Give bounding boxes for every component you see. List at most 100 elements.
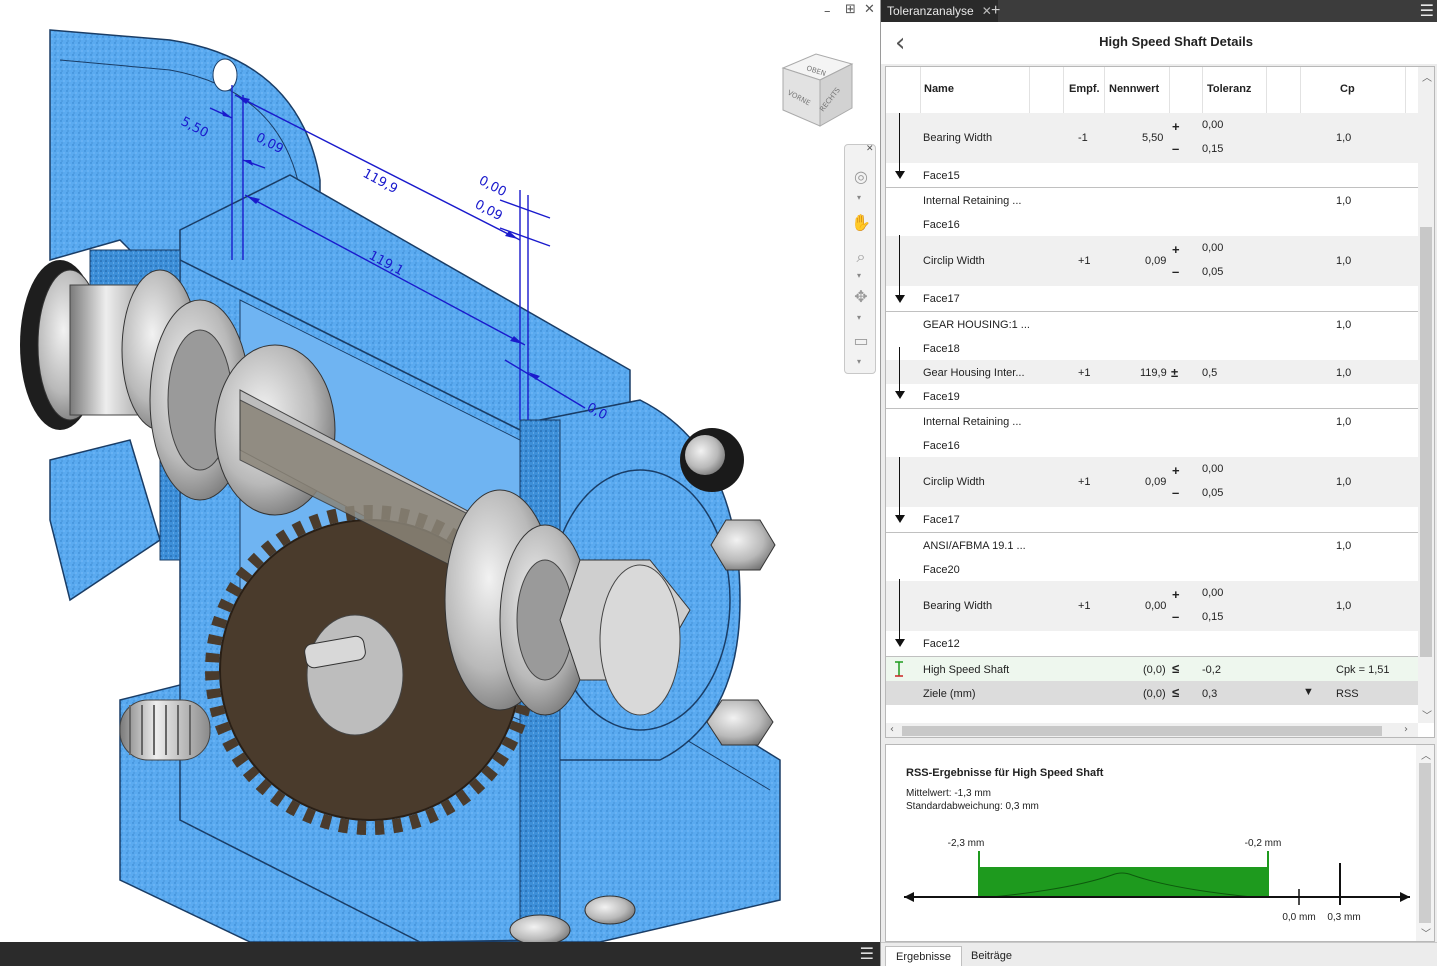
row-tol-lower[interactable]: 0,15 [1202, 143, 1223, 155]
table-row[interactable]: Gear Housing Inter... +1 119,9 ± 0,5 1,0 [886, 360, 1418, 384]
viewcube[interactable]: OBEN VORNE RECHTS [778, 50, 858, 130]
method-select[interactable]: RSS [1336, 688, 1359, 700]
row-tol-lower[interactable]: 0,05 [1202, 266, 1223, 278]
stack-table: Name Empf. Nennwert Toleranz Cp Bearing … [885, 66, 1435, 738]
results-mean: Mittelwert: -1,3 mm [906, 788, 992, 799]
row-cp: 1,0 [1336, 195, 1352, 207]
restore-icon[interactable]: ⊞ [845, 2, 856, 17]
chevron-down-icon[interactable]: ▾ [857, 271, 861, 280]
chevron-down-icon[interactable]: ▾ [857, 193, 861, 202]
chevron-right-icon[interactable]: › [1404, 724, 1408, 735]
row-name: Face20 [923, 564, 960, 576]
dim-housing-outer[interactable]: 119,9 [360, 166, 400, 197]
row-name: Internal Retaining ... [923, 416, 1022, 428]
row-tol-upper[interactable]: 0,00 [1202, 119, 1223, 131]
row-tol-upper[interactable]: 0,00 [1202, 463, 1223, 475]
menu-icon[interactable]: ☰ [1420, 2, 1434, 20]
table-row[interactable]: Face19 [886, 384, 1418, 408]
row-cp: 1,0 [1336, 367, 1352, 379]
minimize-icon[interactable]: – [824, 4, 831, 19]
method-dropdown-icon[interactable]: ▼ [1303, 686, 1314, 698]
model-viewport[interactable]: 5,50 0,09 119,9 119,1 0,00 0,09 0,0 – ⊞ … [0, 0, 880, 942]
table-row[interactable]: Face16 [886, 212, 1418, 236]
navbar-close-icon[interactable]: ✕ [866, 144, 874, 154]
chevron-left-icon[interactable]: ‹ [890, 724, 894, 735]
table-row[interactable]: Face16 [886, 433, 1418, 457]
zoom-icon[interactable]: ⌕ [849, 245, 873, 269]
app-window: 5,50 0,09 119,9 119,1 0,00 0,09 0,0 – ⊞ … [0, 0, 1437, 966]
row-name: Face15 [923, 170, 960, 182]
table-row[interactable]: Internal Retaining ... 1,0 [886, 188, 1418, 212]
row-tol-upper[interactable]: 0,00 [1202, 242, 1223, 254]
row-name: Face16 [923, 440, 960, 452]
scroll-thumb[interactable] [1419, 763, 1431, 923]
chevron-up-icon[interactable]: ︿ [1421, 747, 1431, 762]
table-row[interactable]: ANSI/AFBMA 19.1 ... 1,0 [886, 533, 1418, 557]
table-row[interactable]: Face15 [886, 163, 1418, 187]
row-cp: 1,0 [1336, 600, 1352, 612]
summary-row[interactable]: High Speed Shaft (0,0) ≤ -0,2 Cpk = 1,51 [886, 657, 1418, 681]
orbit-icon[interactable]: ✥ [849, 285, 873, 309]
less-equal-icon: ≤ [1172, 685, 1180, 700]
panel-tab-bar: Toleranzanalyse ✕ + ☰ [881, 0, 1437, 22]
column-header-empf[interactable]: Empf. [1069, 83, 1100, 95]
table-row[interactable]: Face12 [886, 631, 1418, 655]
scroll-thumb[interactable] [1420, 227, 1432, 657]
look-at-icon[interactable]: ▭ [849, 329, 873, 353]
dim-tol-lower[interactable]: 0,09 [472, 197, 505, 224]
results-tabs: Ergebnisse Beiträge [881, 942, 1437, 966]
table-row[interactable]: Bearing Width +1 0,00 + – 0,00 0,15 1,0 [886, 581, 1418, 631]
table-row[interactable]: GEAR HOUSING:1 ... 1,0 [886, 312, 1418, 336]
row-tol-upper[interactable]: 0,00 [1202, 587, 1223, 599]
gearbox-model[interactable]: 5,50 0,09 119,9 119,1 0,00 0,09 0,0 [0, 0, 880, 942]
distribution-chart: -2,3 mm -0,2 mm 0,0 mm 0,3 mm [904, 838, 1410, 923]
chevron-down-icon[interactable]: ﹀ [1421, 925, 1431, 940]
row-name: Internal Retaining ... [923, 195, 1022, 207]
table-row[interactable]: Internal Retaining ... 1,0 [886, 409, 1418, 433]
row-nennwert: 0,09 [1145, 476, 1167, 488]
row-name: Face16 [923, 219, 960, 231]
row-name: Circlip Width [923, 476, 985, 488]
results-scrollbar[interactable]: ︿ ﹀ [1416, 745, 1434, 941]
table-row[interactable]: Face17 [886, 286, 1418, 310]
tolerance-band [979, 867, 1268, 897]
chevron-down-icon[interactable]: ﹀ [1422, 707, 1432, 722]
pan-icon[interactable]: ✋ [849, 211, 873, 235]
column-header-name[interactable]: Name [924, 83, 954, 95]
row-empf: +1 [1078, 476, 1091, 488]
scroll-thumb[interactable] [902, 726, 1382, 736]
chevron-up-icon[interactable]: ︿ [1422, 69, 1432, 84]
table-row[interactable]: Face18 [886, 336, 1418, 360]
tab-ergebnisse[interactable]: Ergebnisse [885, 946, 963, 966]
steering-wheel-icon[interactable]: ◎ [849, 165, 873, 189]
goals-row[interactable]: Ziele (mm) (0,0) ≤ 0,3 ▼ RSS [886, 681, 1418, 705]
column-header-cp[interactable]: Cp [1340, 83, 1355, 95]
goal-tol[interactable]: 0,3 [1202, 688, 1217, 700]
close-icon[interactable]: ✕ [864, 2, 875, 17]
add-tab-button[interactable]: + [991, 0, 1000, 22]
table-row[interactable]: Bearing Width -1 5,50 + – 0,00 0,15 1,0 [886, 113, 1418, 163]
table-row[interactable]: Face20 [886, 557, 1418, 581]
table-horizontal-scrollbar[interactable]: ‹ › [886, 723, 1418, 737]
tab-toleranzanalyse[interactable]: Toleranzanalyse ✕ [881, 0, 998, 22]
dim-tol-upper[interactable]: 0,00 [476, 173, 509, 200]
chevron-down-icon[interactable]: ▾ [857, 313, 861, 322]
row-cp: 1,0 [1336, 476, 1352, 488]
navigation-bar: ✕ ◎ ▾ ✋ ⌕ ▾ ✥ ▾ ▭ ▾ [844, 144, 876, 374]
row-tol-lower[interactable]: 0,05 [1202, 487, 1223, 499]
column-header-toleranz[interactable]: Toleranz [1207, 83, 1251, 95]
table-vertical-scrollbar[interactable]: ︿ ﹀ [1418, 67, 1434, 723]
column-header-nennwert[interactable]: Nennwert [1109, 83, 1159, 95]
row-name: High Speed Shaft [923, 664, 1010, 676]
row-name: Face12 [923, 638, 960, 650]
chevron-down-icon[interactable]: ▾ [857, 357, 861, 366]
row-tol-lower[interactable]: 0,15 [1202, 611, 1223, 623]
tab-beitraege[interactable]: Beiträge [961, 946, 1022, 966]
table-row[interactable]: Face17 [886, 507, 1418, 531]
row-name: GEAR HOUSING:1 ... [923, 319, 1030, 331]
plus-minus-icon: ± [1171, 365, 1179, 380]
table-row[interactable]: Circlip Width +1 0,09 + – 0,00 0,05 1,0 [886, 236, 1418, 286]
menu-icon[interactable]: ☰ [860, 944, 874, 963]
table-row[interactable]: Circlip Width +1 0,09 + – 0,00 0,05 1,0 [886, 457, 1418, 507]
row-tol[interactable]: 0,5 [1202, 367, 1217, 379]
